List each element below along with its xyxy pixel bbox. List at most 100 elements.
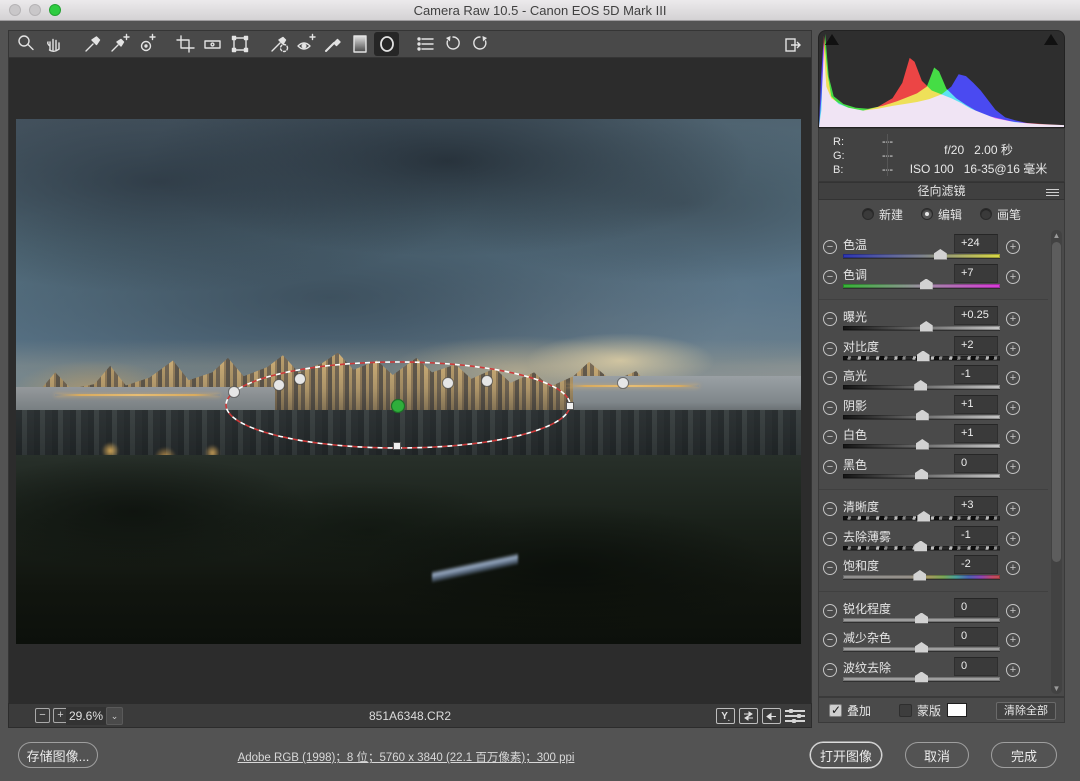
decrease-icon[interactable]: − [823,561,837,575]
slider-value-input[interactable]: 0 [954,627,998,646]
before-after-view-button[interactable]: Y. [716,708,735,724]
slider-track[interactable] [843,570,1000,581]
slider-value-input[interactable]: -1 [954,365,998,384]
increase-icon[interactable]: + [1006,371,1020,385]
increase-icon[interactable]: + [1006,603,1020,618]
targeted-adjustment-icon[interactable] [134,32,159,56]
crop-tool-icon[interactable] [173,32,198,56]
decrease-icon[interactable]: − [823,662,837,677]
decrease-icon[interactable]: − [823,312,837,326]
filter-pin[interactable] [442,377,454,389]
filter-resize-handle[interactable] [393,442,401,450]
copy-settings-button[interactable] [762,708,781,724]
slider-thumb[interactable] [915,439,929,450]
zoom-window-button[interactable] [49,4,61,16]
filter-mode-option[interactable]: 画笔 [980,206,1021,223]
slider-thumb[interactable] [915,468,928,480]
minimize-window-button[interactable] [29,4,41,16]
slider-value-input[interactable]: -2 [954,555,998,574]
radial-filter-icon[interactable] [374,32,399,56]
straighten-tool-icon[interactable] [200,32,225,56]
slider-thumb[interactable] [914,540,928,552]
scroll-up-icon[interactable]: ▲ [1051,231,1062,240]
increase-icon[interactable]: + [1006,531,1020,546]
slider-value-input[interactable]: +1 [954,394,998,414]
slider-thumb[interactable] [916,350,930,362]
overlay-checkbox[interactable] [829,703,842,717]
increase-icon[interactable]: + [1006,459,1020,474]
scrollbar[interactable]: ▲ ▼ [1051,230,1062,694]
filter-pin[interactable] [294,373,306,385]
highlight-clipping-icon[interactable] [1044,34,1058,45]
shadow-clipping-icon[interactable] [825,34,839,45]
filter-mode-option[interactable]: 新建 [861,206,903,223]
presets-menu-icon[interactable] [413,32,438,56]
image-settings-link[interactable]: Adobe RGB (1998)；8 位；5760 x 3840 (22.1 百… [238,752,575,764]
white-balance-eyedropper-icon[interactable] [80,32,105,56]
hand-tool-icon[interactable] [41,32,66,56]
transform-tool-icon[interactable] [227,32,252,56]
open-image-button[interactable]: 打开图像 [810,742,882,768]
radio-icon[interactable] [920,208,933,220]
slider-value-input[interactable]: -1 [954,525,998,545]
filter-pin[interactable] [228,386,240,398]
rotate-left-icon[interactable] [440,32,465,56]
slider-value-input[interactable]: +24 [954,234,998,253]
slider-value-input[interactable]: +7 [954,263,998,283]
scrollbar-thumb[interactable] [1052,242,1061,562]
slider-thumb[interactable] [913,570,927,581]
mask-color-swatch[interactable] [947,703,968,717]
slider-track[interactable] [843,642,1000,653]
slider-value-input[interactable]: 0 [954,597,998,617]
slider-thumb[interactable] [915,409,929,421]
radial-filter-overlay[interactable] [16,119,801,644]
slider-value-input[interactable]: 0 [954,656,998,676]
rotate-right-icon[interactable] [467,32,492,56]
decrease-icon[interactable]: − [823,341,837,356]
slider-thumb[interactable] [919,321,933,332]
decrease-icon[interactable]: − [823,371,837,385]
slider-track[interactable] [843,612,1000,624]
decrease-icon[interactable]: − [823,400,837,415]
slider-track[interactable] [843,249,1000,260]
slider-thumb[interactable] [915,642,928,653]
slider-track[interactable] [843,350,1000,362]
cancel-button[interactable]: 取消 [905,742,969,768]
preview-preferences-icon[interactable] [785,708,805,724]
slider-track[interactable] [843,468,1000,480]
filter-pin-selected[interactable] [390,398,406,414]
slider-track[interactable] [843,540,1000,552]
filter-pin[interactable] [273,379,285,391]
increase-icon[interactable]: + [1006,502,1020,516]
increase-icon[interactable]: + [1006,561,1020,575]
adjustment-brush-icon[interactable] [320,32,345,56]
increase-icon[interactable]: + [1006,633,1020,647]
increase-icon[interactable]: + [1006,341,1020,356]
color-sampler-icon[interactable] [107,32,132,56]
decrease-icon[interactable]: − [823,603,837,618]
decrease-icon[interactable]: − [823,502,837,516]
filter-mode-selected[interactable]: 编辑 [920,206,962,223]
toggle-fullscreen-icon[interactable] [779,34,805,56]
slider-track[interactable] [843,511,1000,522]
filter-pin[interactable] [481,375,493,387]
increase-icon[interactable]: + [1006,662,1020,677]
filter-pin[interactable] [617,377,629,389]
done-button[interactable]: 完成 [991,742,1057,768]
slider-value-input[interactable]: +1 [954,424,998,443]
decrease-icon[interactable]: − [823,633,837,647]
red-eye-removal-icon[interactable] [293,32,318,56]
spot-removal-icon[interactable] [266,32,291,56]
radio-icon[interactable] [980,208,992,220]
slider-track[interactable] [843,321,1000,332]
increase-icon[interactable]: + [1006,312,1020,326]
swap-before-after-button[interactable] [739,708,758,724]
clear-all-button[interactable]: 清除全部 [996,702,1056,720]
slider-track[interactable] [843,671,1000,683]
slider-track[interactable] [843,439,1000,450]
slider-value-input[interactable]: +2 [954,335,998,355]
decrease-icon[interactable]: − [823,531,837,546]
decrease-icon[interactable]: − [823,240,837,254]
decrease-icon[interactable]: − [823,269,837,284]
increase-icon[interactable]: + [1006,430,1020,444]
